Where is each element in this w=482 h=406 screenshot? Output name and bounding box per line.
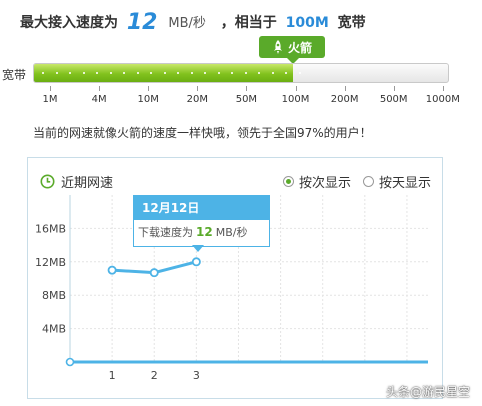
tooltip-pointer	[192, 245, 204, 252]
tooltip-value: 12	[196, 225, 213, 239]
chart-y-tick-label: 16MB	[35, 222, 66, 235]
chart-x-tick-label: 1	[109, 369, 116, 382]
tooltip-body: 下载速度为 12 MB/秒	[134, 220, 269, 240]
bandwidth-tick-mark	[393, 86, 395, 91]
speed-tooltip: 12月12日 下载速度为 12 MB/秒	[133, 195, 270, 247]
bandwidth-tick-mark	[50, 86, 51, 91]
chart-y-tick-label: 4MB	[42, 323, 66, 336]
tooltip-unit: MB/秒	[215, 226, 248, 239]
chart-origin-point	[65, 357, 75, 367]
bandwidth-tick-mark	[148, 86, 150, 91]
chart-y-tick-label: 12MB	[35, 256, 66, 269]
watermark: 头条@游民星空	[386, 385, 471, 399]
bandwidth-tick-mark	[442, 86, 444, 91]
chart-y-tick-label: 8MB	[42, 289, 66, 302]
bandwidth-tick-mark	[99, 86, 101, 91]
bandwidth-tick-mark	[344, 86, 346, 91]
bandwidth-tick-mark	[295, 86, 297, 91]
tooltip-date: 12月12日	[134, 196, 269, 220]
chart-data-point	[107, 265, 117, 275]
bandwidth-tick-mark	[246, 86, 248, 91]
chart-data-point	[191, 257, 201, 267]
chart-x-tick-label: 2	[151, 369, 158, 382]
chart-data-point	[149, 268, 159, 278]
bandwidth-tick-mark	[197, 86, 199, 91]
tooltip-prefix: 下载速度为	[138, 226, 193, 239]
chart-x-tick-label: 3	[193, 369, 200, 382]
